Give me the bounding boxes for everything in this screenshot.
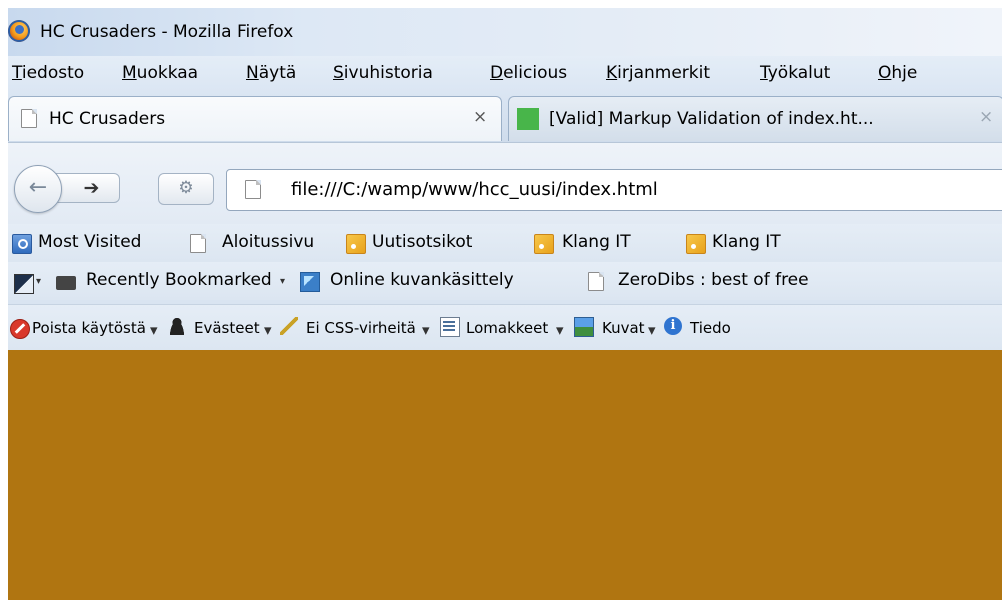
bookmark-klang-it-2[interactable]: Klang IT: [712, 232, 781, 252]
bookmark-aloitussivu[interactable]: Aloitussivu: [222, 232, 314, 252]
forms-icon: [440, 317, 460, 337]
tab-strip: HC Crusaders × [Valid] Markup Validation…: [8, 92, 1002, 142]
tool-poista-kaytosta[interactable]: Poista käytöstä: [32, 319, 146, 337]
forward-button[interactable]: ➔: [56, 173, 120, 203]
site-identity-button[interactable]: ⚙: [158, 173, 214, 205]
monitor-icon[interactable]: [14, 274, 34, 294]
url-bar[interactable]: file:///C:/wamp/www/hcc_uusi/index.html: [226, 169, 1002, 211]
page-icon: [588, 272, 604, 291]
tab-hc-crusaders[interactable]: HC Crusaders ×: [8, 96, 502, 141]
most-visited-icon: [12, 234, 32, 254]
bookmark-most-visited[interactable]: Most Visited: [38, 232, 141, 252]
identity-icon: ⚙: [178, 178, 194, 198]
bookmark-uutisotsikot[interactable]: Uutisotsikot: [372, 232, 472, 252]
navigation-bar: ➔ ← ⚙ file:///C:/wamp/www/hcc_uusi/index…: [8, 142, 1002, 225]
chevron-down-icon[interactable]: ▾: [264, 321, 272, 339]
tab-label: [Valid] Markup Validation of index.ht...: [549, 109, 874, 129]
tab-markup-validation[interactable]: [Valid] Markup Validation of index.ht...…: [508, 96, 1002, 141]
browser-window: HC Crusaders - Mozilla Firefox Tiedosto …: [8, 8, 1002, 600]
chevron-down-icon[interactable]: ▾: [36, 276, 41, 287]
bookmarks-toolbar-2: ▾ Recently Bookmarked ▾ Online kuvankäsi…: [8, 262, 1002, 300]
rss-icon: [686, 234, 706, 254]
menu-muokkaa[interactable]: Muokkaa: [120, 62, 200, 84]
menu-kirjanmerkit[interactable]: Kirjanmerkit: [604, 62, 712, 84]
menu-tyokalut[interactable]: Työkalut: [758, 62, 832, 84]
cookies-icon: [168, 317, 186, 335]
web-developer-toolbar: Poista käytöstä ▾ Evästeet ▾ Ei CSS-virh…: [8, 304, 1002, 351]
tab-label: HC Crusaders: [49, 109, 166, 129]
page-icon: [21, 109, 37, 128]
back-button[interactable]: ←: [14, 165, 62, 213]
menu-delicious[interactable]: Delicious: [488, 62, 569, 84]
chevron-down-icon[interactable]: ▾: [648, 321, 656, 339]
page-icon: [190, 234, 206, 253]
menu-bar: Tiedosto Muokkaa Näytä Sivuhistoria Deli…: [8, 56, 1002, 92]
screen-icon: [56, 276, 76, 290]
bookmarks-toolbar: Most Visited Aloitussivu Uutisotsikot Kl…: [8, 224, 1002, 262]
close-tab-icon[interactable]: ×: [473, 107, 487, 127]
chevron-down-icon[interactable]: ▾: [280, 276, 285, 287]
images-icon: [574, 317, 594, 337]
bookmark-klang-it[interactable]: Klang IT: [562, 232, 631, 252]
chevron-down-icon[interactable]: ▾: [422, 321, 430, 339]
bookmark-zerodibs[interactable]: ZeroDibs : best of free: [618, 270, 809, 290]
menu-ohje[interactable]: Ohje: [876, 62, 919, 84]
window-title: HC Crusaders - Mozilla Firefox: [40, 22, 294, 42]
chevron-down-icon[interactable]: ▾: [150, 321, 158, 339]
tool-kuvat[interactable]: Kuvat: [602, 319, 645, 337]
close-tab-icon[interactable]: ×: [979, 107, 993, 127]
css-icon: [280, 317, 298, 335]
page-icon: [245, 180, 261, 199]
rss-icon: [346, 234, 366, 254]
info-icon: i: [664, 317, 682, 335]
url-text[interactable]: file:///C:/wamp/www/hcc_uusi/index.html: [291, 179, 658, 200]
tool-tiedot[interactable]: Tiedo: [690, 319, 731, 337]
menu-nayta[interactable]: Näytä: [244, 62, 298, 84]
chevron-down-icon[interactable]: ▾: [556, 321, 564, 339]
page-content: [8, 350, 1002, 600]
tool-lomakkeet[interactable]: Lomakkeet: [466, 319, 548, 337]
firefox-logo-icon[interactable]: [8, 20, 30, 42]
disable-icon: [10, 319, 30, 339]
tool-ei-css-virheita[interactable]: Ei CSS-virheitä: [306, 319, 416, 337]
image-tool-icon: [300, 272, 320, 292]
title-bar: HC Crusaders - Mozilla Firefox: [8, 8, 1002, 56]
bookmark-recently-bookmarked[interactable]: Recently Bookmarked: [86, 270, 272, 290]
rss-icon: [534, 234, 554, 254]
tool-evasteet[interactable]: Evästeet: [194, 319, 260, 337]
menu-sivuhistoria[interactable]: Sivuhistoria: [331, 62, 435, 84]
validator-favicon-icon: [517, 108, 539, 130]
bookmark-online-kuvankasittely[interactable]: Online kuvankäsittely: [330, 270, 514, 290]
menu-tiedosto[interactable]: Tiedosto: [10, 62, 86, 84]
